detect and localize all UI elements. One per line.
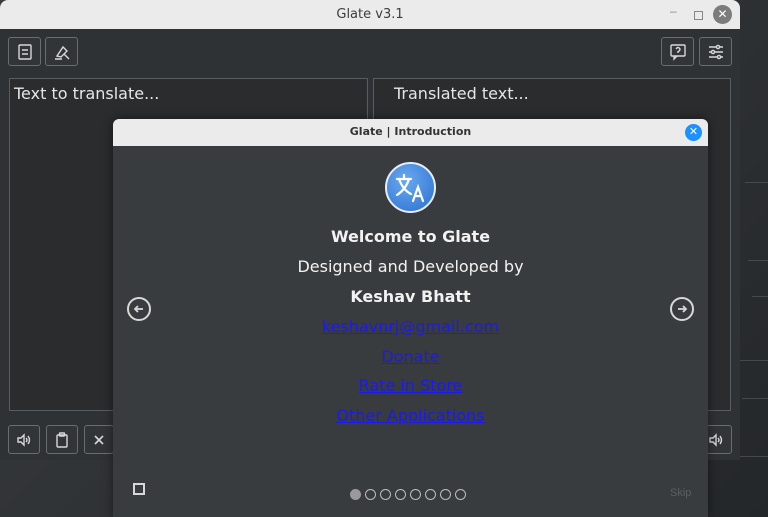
minimize-button[interactable]: – xyxy=(670,4,677,18)
main-titlebar: Glate v3.1 – ✕ xyxy=(0,0,740,29)
settings-button[interactable] xyxy=(699,37,732,66)
dont-show-again-checkbox[interactable] xyxy=(133,483,145,495)
designed-by-text: Designed and Developed by xyxy=(297,257,524,276)
close-button[interactable]: ✕ xyxy=(713,5,732,24)
speaker-icon xyxy=(17,432,31,447)
skip-button[interactable]: Skip xyxy=(670,487,691,499)
pagination-dot[interactable] xyxy=(410,489,421,500)
introduction-dialog: Glate | Introduction ✕ Welcome to Glate … xyxy=(113,119,708,517)
rate-in-store-link[interactable]: Rate in Store xyxy=(113,376,708,395)
pagination-dot[interactable] xyxy=(365,489,376,500)
paste-button[interactable] xyxy=(46,425,78,454)
dialog-title: Glate | Introduction xyxy=(349,125,472,138)
clear-icon xyxy=(94,434,104,445)
clear-format-button[interactable] xyxy=(45,37,78,66)
other-applications-link[interactable]: Other Applications xyxy=(113,406,708,425)
author-name: Keshav Bhatt xyxy=(350,287,471,306)
pagination-dot[interactable] xyxy=(380,489,391,500)
glate-logo-icon xyxy=(385,162,436,213)
help-icon xyxy=(669,43,686,61)
save-button[interactable] xyxy=(8,37,41,66)
email-link[interactable]: keshavnrj@gmail.com xyxy=(113,317,708,336)
save-icon xyxy=(17,43,32,60)
maximize-button[interactable] xyxy=(694,11,703,20)
speak-source-button[interactable] xyxy=(8,425,40,454)
pagination-dots xyxy=(350,489,466,500)
pagination-dot[interactable] xyxy=(395,489,406,500)
help-button[interactable] xyxy=(661,37,694,66)
dialog-close-button[interactable]: ✕ xyxy=(685,124,702,141)
previous-page-button[interactable] xyxy=(127,297,151,321)
clipboard-icon xyxy=(56,431,68,448)
next-page-button[interactable] xyxy=(670,297,694,321)
arrow-left-icon xyxy=(133,305,143,313)
pagination-dot[interactable] xyxy=(440,489,451,500)
source-placeholder: Text to translate... xyxy=(14,84,160,103)
clear-text-button[interactable] xyxy=(84,425,114,454)
donate-link[interactable]: Donate xyxy=(113,347,708,366)
dialog-titlebar: Glate | Introduction ✕ xyxy=(113,119,708,146)
pagination-dot[interactable] xyxy=(350,489,361,500)
clear-format-icon xyxy=(54,45,69,60)
welcome-heading: Welcome to Glate xyxy=(330,227,491,246)
arrow-right-icon xyxy=(678,305,688,313)
main-window-title: Glate v3.1 xyxy=(336,7,404,22)
pagination-dot[interactable] xyxy=(455,489,466,500)
pagination-dot[interactable] xyxy=(425,489,436,500)
speaker-icon xyxy=(709,432,723,447)
target-placeholder: Translated text... xyxy=(394,84,529,103)
settings-icon xyxy=(708,44,723,59)
